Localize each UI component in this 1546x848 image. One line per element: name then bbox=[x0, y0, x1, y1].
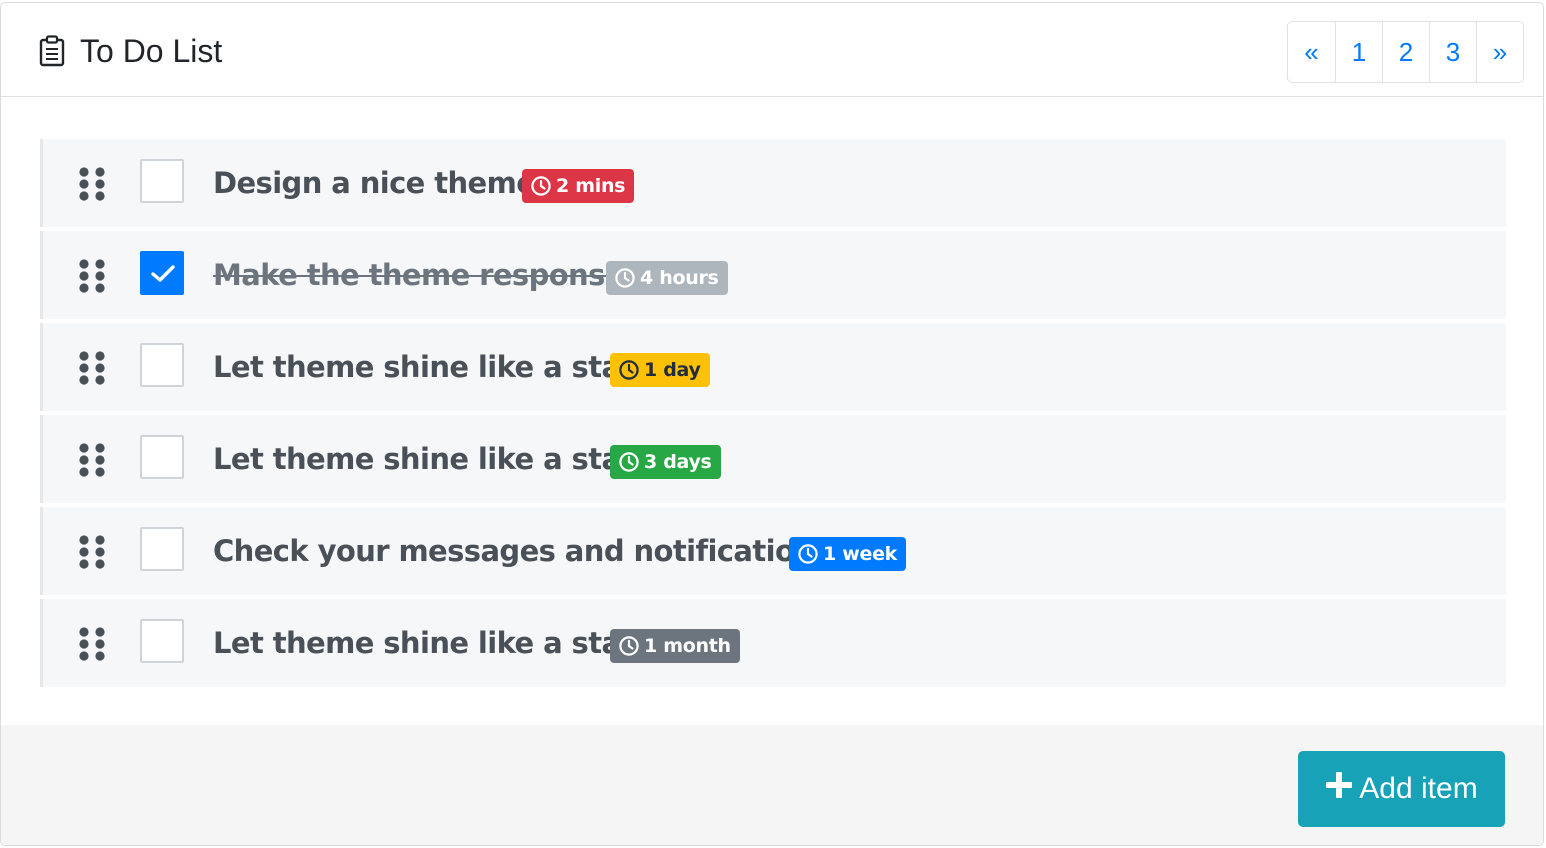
todo-checkbox[interactable] bbox=[140, 435, 184, 479]
clock-icon bbox=[619, 452, 639, 472]
card-title: To Do List bbox=[80, 33, 223, 69]
todo-text: Make the theme responsive bbox=[213, 258, 652, 292]
todo-checkbox[interactable] bbox=[140, 619, 184, 663]
todo-item: Make the theme responsive 4 hours bbox=[40, 231, 1506, 319]
time-badge-label: 2 mins bbox=[556, 175, 626, 197]
pagination-page-2[interactable]: 2 bbox=[1382, 22, 1429, 82]
clipboard-icon bbox=[39, 35, 65, 67]
clock-icon bbox=[798, 544, 818, 564]
todo-checkbox[interactable] bbox=[140, 343, 184, 387]
todo-checkbox[interactable] bbox=[140, 159, 184, 203]
todo-checkbox[interactable] bbox=[140, 527, 184, 571]
drag-handle-icon[interactable] bbox=[78, 259, 108, 293]
time-badge-label: 4 hours bbox=[640, 267, 719, 289]
drag-handle-icon[interactable] bbox=[78, 627, 108, 661]
todo-text: Design a nice theme bbox=[213, 166, 536, 200]
add-item-label: Add item bbox=[1359, 772, 1478, 805]
time-badge: 1 week bbox=[789, 537, 906, 571]
todo-text: Let theme shine like a star bbox=[213, 350, 635, 384]
time-badge: 1 month bbox=[610, 629, 740, 663]
todo-text: Let theme shine like a star bbox=[213, 442, 635, 476]
card-footer: Add item bbox=[1, 725, 1543, 845]
drag-handle-icon[interactable] bbox=[78, 535, 108, 569]
todo-item: Check your messages and notifications 1 w… bbox=[40, 507, 1506, 595]
time-badge: 1 day bbox=[610, 353, 710, 387]
clock-icon bbox=[531, 176, 551, 196]
todo-card: To Do List « 1 2 3 » Design a nice theme… bbox=[0, 2, 1544, 846]
time-badge-label: 1 month bbox=[644, 635, 731, 657]
todo-item: Design a nice theme 2 mins bbox=[40, 139, 1506, 227]
todo-checkbox[interactable] bbox=[140, 251, 184, 295]
todo-text: Check your messages and notifications bbox=[213, 534, 832, 568]
time-badge-label: 3 days bbox=[644, 451, 712, 473]
add-item-button[interactable]: Add item bbox=[1298, 751, 1505, 827]
todo-list: Design a nice theme 2 mins Make the theme … bbox=[40, 139, 1506, 691]
pagination: « 1 2 3 » bbox=[1287, 21, 1524, 83]
clock-icon bbox=[619, 636, 639, 656]
drag-handle-icon[interactable] bbox=[78, 167, 108, 201]
pagination-page-1[interactable]: 1 bbox=[1335, 22, 1382, 82]
title-wrap: To Do List bbox=[39, 33, 222, 69]
todo-item: Let theme shine like a star 1 month bbox=[40, 599, 1506, 687]
clock-icon bbox=[615, 268, 635, 288]
todo-text: Let theme shine like a star bbox=[213, 626, 635, 660]
time-badge: 2 mins bbox=[522, 169, 635, 203]
pagination-next[interactable]: » bbox=[1476, 22, 1523, 82]
clock-icon bbox=[619, 360, 639, 380]
todo-item: Let theme shine like a star 3 days bbox=[40, 415, 1506, 503]
todo-item: Let theme shine like a star 1 day bbox=[40, 323, 1506, 411]
plus-icon bbox=[1325, 771, 1353, 807]
time-badge-label: 1 day bbox=[644, 359, 701, 381]
time-badge-label: 1 week bbox=[823, 543, 897, 565]
pagination-prev[interactable]: « bbox=[1288, 22, 1335, 82]
time-badge: 3 days bbox=[610, 445, 721, 479]
time-badge: 4 hours bbox=[606, 261, 728, 295]
drag-handle-icon[interactable] bbox=[78, 443, 108, 477]
drag-handle-icon[interactable] bbox=[78, 351, 108, 385]
card-header: To Do List « 1 2 3 » bbox=[1, 3, 1543, 97]
check-icon bbox=[151, 265, 175, 282]
pagination-page-3[interactable]: 3 bbox=[1429, 22, 1476, 82]
